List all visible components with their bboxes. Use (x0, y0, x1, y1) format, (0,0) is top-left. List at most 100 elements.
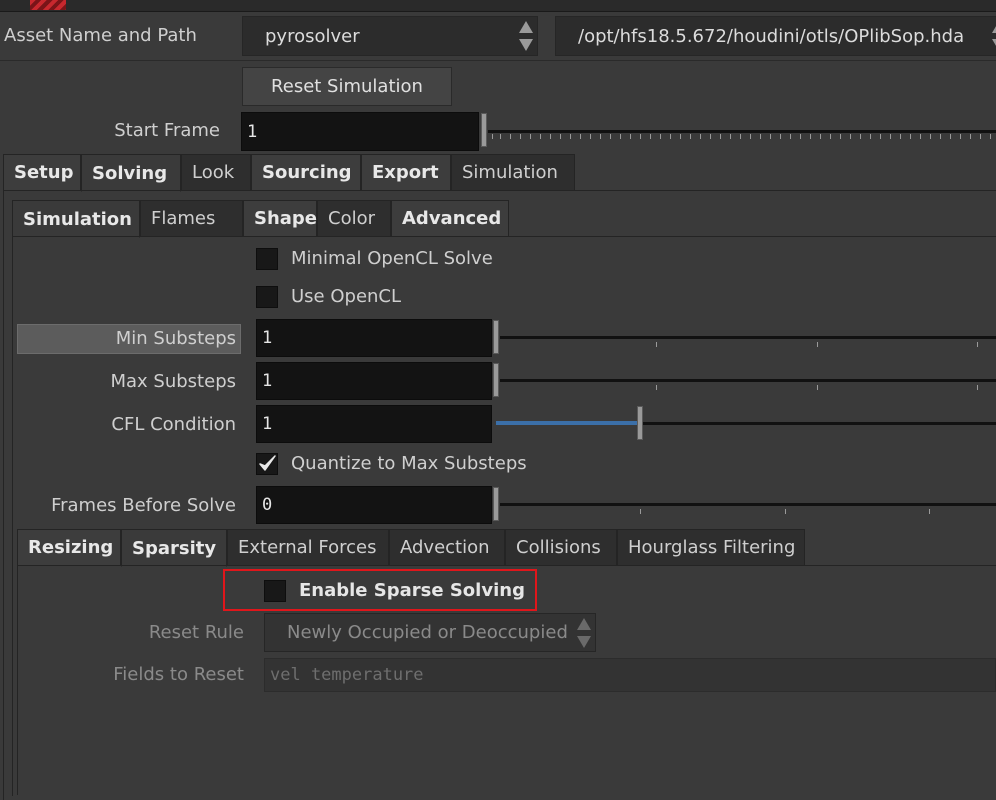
slider-tick (580, 134, 581, 139)
tab-sourcing[interactable]: Sourcing (251, 154, 361, 191)
slider-tick (690, 134, 691, 139)
slider-tick (910, 134, 911, 139)
slider-tick (780, 134, 781, 139)
asset-path-value: /opt/hfs18.5.672/houdini/otls/OPlibSop.h… (578, 25, 965, 47)
tab-solving[interactable]: Solving (81, 154, 181, 192)
tab-look[interactable]: Look (181, 154, 251, 191)
slider-tick (980, 134, 981, 139)
slider-tick (610, 134, 611, 139)
max-substeps-field[interactable]: 1 (256, 362, 492, 400)
slider-tick (920, 134, 921, 139)
node-type-icon (30, 0, 66, 10)
slider-tick (500, 134, 501, 139)
frames-before-solve-slider[interactable] (500, 503, 996, 506)
asset-name-label: Asset Name and Path (4, 25, 197, 46)
reset-rule-dropdown[interactable]: Newly Occupied or Deoccupied (264, 613, 596, 652)
fields-to-reset-label: Fields to Reset (113, 664, 244, 685)
solving-tabs: Simulation Flames Shape Color Advanced (12, 200, 996, 238)
max-substeps-slider[interactable] (500, 379, 996, 382)
sub-tabs: Resizing Sparsity External Forces Advect… (17, 529, 996, 567)
chevron-updown-icon (519, 21, 533, 51)
tab-collisions[interactable]: Collisions (505, 529, 617, 566)
slider-tick (656, 342, 657, 347)
slider-tick (770, 134, 771, 139)
slider-tick (977, 385, 978, 390)
slider-tick (850, 134, 851, 139)
slider-tick (570, 134, 571, 139)
slider-tick (960, 134, 961, 139)
chevron-updown-icon (992, 21, 996, 51)
slider-tick (510, 134, 511, 139)
fields-to-reset-field[interactable]: vel temperature (264, 658, 996, 692)
slider-tick (600, 134, 601, 139)
tab-flames[interactable]: Flames (140, 200, 243, 237)
tab-advection[interactable]: Advection (389, 529, 505, 566)
slider-tick (990, 134, 991, 139)
slider-tick (900, 134, 901, 139)
cfl-condition-slider-handle[interactable] (637, 406, 643, 440)
slider-tick (820, 134, 821, 139)
slider-tick (590, 134, 591, 139)
slider-tick (640, 134, 641, 139)
slider-tick (560, 134, 561, 139)
use-opencl-label: Use OpenCL (291, 286, 402, 307)
min-substeps-field[interactable]: 1 (256, 319, 492, 357)
asset-name-dropdown[interactable]: pyrosolver (242, 16, 538, 56)
enable-sparse-label: Enable Sparse Solving (299, 580, 525, 601)
slider-tick (940, 134, 941, 139)
cfl-condition-field[interactable]: 1 (256, 405, 492, 443)
slider-tick (890, 134, 891, 139)
cfl-condition-label: CFL Condition (111, 414, 236, 435)
slider-tick (670, 134, 671, 139)
slider-tick (785, 509, 786, 514)
tab-resizing[interactable]: Resizing (17, 529, 121, 566)
min-substeps-slider-handle[interactable] (493, 320, 499, 354)
min-substeps-label: Min Substeps (115, 328, 236, 349)
reset-simulation-button[interactable]: Reset Simulation (242, 67, 452, 106)
slider-tick (810, 134, 811, 139)
quantize-checkbox[interactable] (256, 453, 278, 475)
tab-color[interactable]: Color (317, 200, 391, 237)
slider-tick (630, 134, 631, 139)
tab-sparsity[interactable]: Sparsity (121, 529, 227, 567)
max-substeps-slider-handle[interactable] (493, 363, 499, 397)
cfl-condition-slider-fill (496, 421, 638, 425)
slider-tick (817, 385, 818, 390)
use-opencl-checkbox[interactable] (256, 286, 278, 308)
minimal-opencl-label: Minimal OpenCL Solve (291, 248, 493, 269)
quantize-label: Quantize to Max Substeps (291, 453, 527, 474)
slider-tick (740, 134, 741, 139)
slider-tick (680, 134, 681, 139)
max-substeps-label: Max Substeps (110, 371, 236, 392)
slider-tick (860, 134, 861, 139)
frames-before-solve-slider-handle[interactable] (493, 487, 499, 521)
tab-external-forces[interactable]: External Forces (227, 529, 389, 566)
slider-tick (492, 134, 493, 139)
slider-tick (970, 134, 971, 139)
minimal-opencl-checkbox[interactable] (256, 248, 278, 270)
asset-path-dropdown[interactable]: /opt/hfs18.5.672/houdini/otls/OPlibSop.h… (555, 16, 996, 56)
frames-before-solve-field[interactable]: 0 (256, 486, 492, 524)
slider-tick (790, 134, 791, 139)
cfl-condition-slider[interactable] (640, 422, 996, 425)
enable-sparse-checkbox[interactable] (264, 580, 286, 602)
slider-tick (520, 134, 521, 139)
tab-setup[interactable]: Setup (3, 154, 81, 191)
tab-shape[interactable]: Shape (243, 200, 317, 237)
slider-tick (880, 134, 881, 139)
tab-simulation-solving[interactable]: Simulation (12, 200, 140, 238)
min-substeps-slider[interactable] (500, 336, 996, 339)
start-frame-field[interactable]: 1 (241, 112, 479, 151)
tab-advanced[interactable]: Advanced (391, 200, 509, 237)
asset-name-value: pyrosolver (265, 25, 360, 47)
separator (0, 60, 996, 61)
tab-simulation[interactable]: Simulation (451, 154, 575, 191)
slider-tick (700, 134, 701, 139)
tab-export[interactable]: Export (361, 154, 451, 191)
slider-tick (660, 134, 661, 139)
start-frame-slider[interactable] (488, 130, 996, 133)
tab-hourglass-filtering[interactable]: Hourglass Filtering (617, 529, 805, 566)
reset-simulation-label: Reset Simulation (271, 76, 423, 97)
checkmark-icon (259, 455, 276, 471)
start-frame-slider-handle[interactable] (481, 113, 487, 147)
